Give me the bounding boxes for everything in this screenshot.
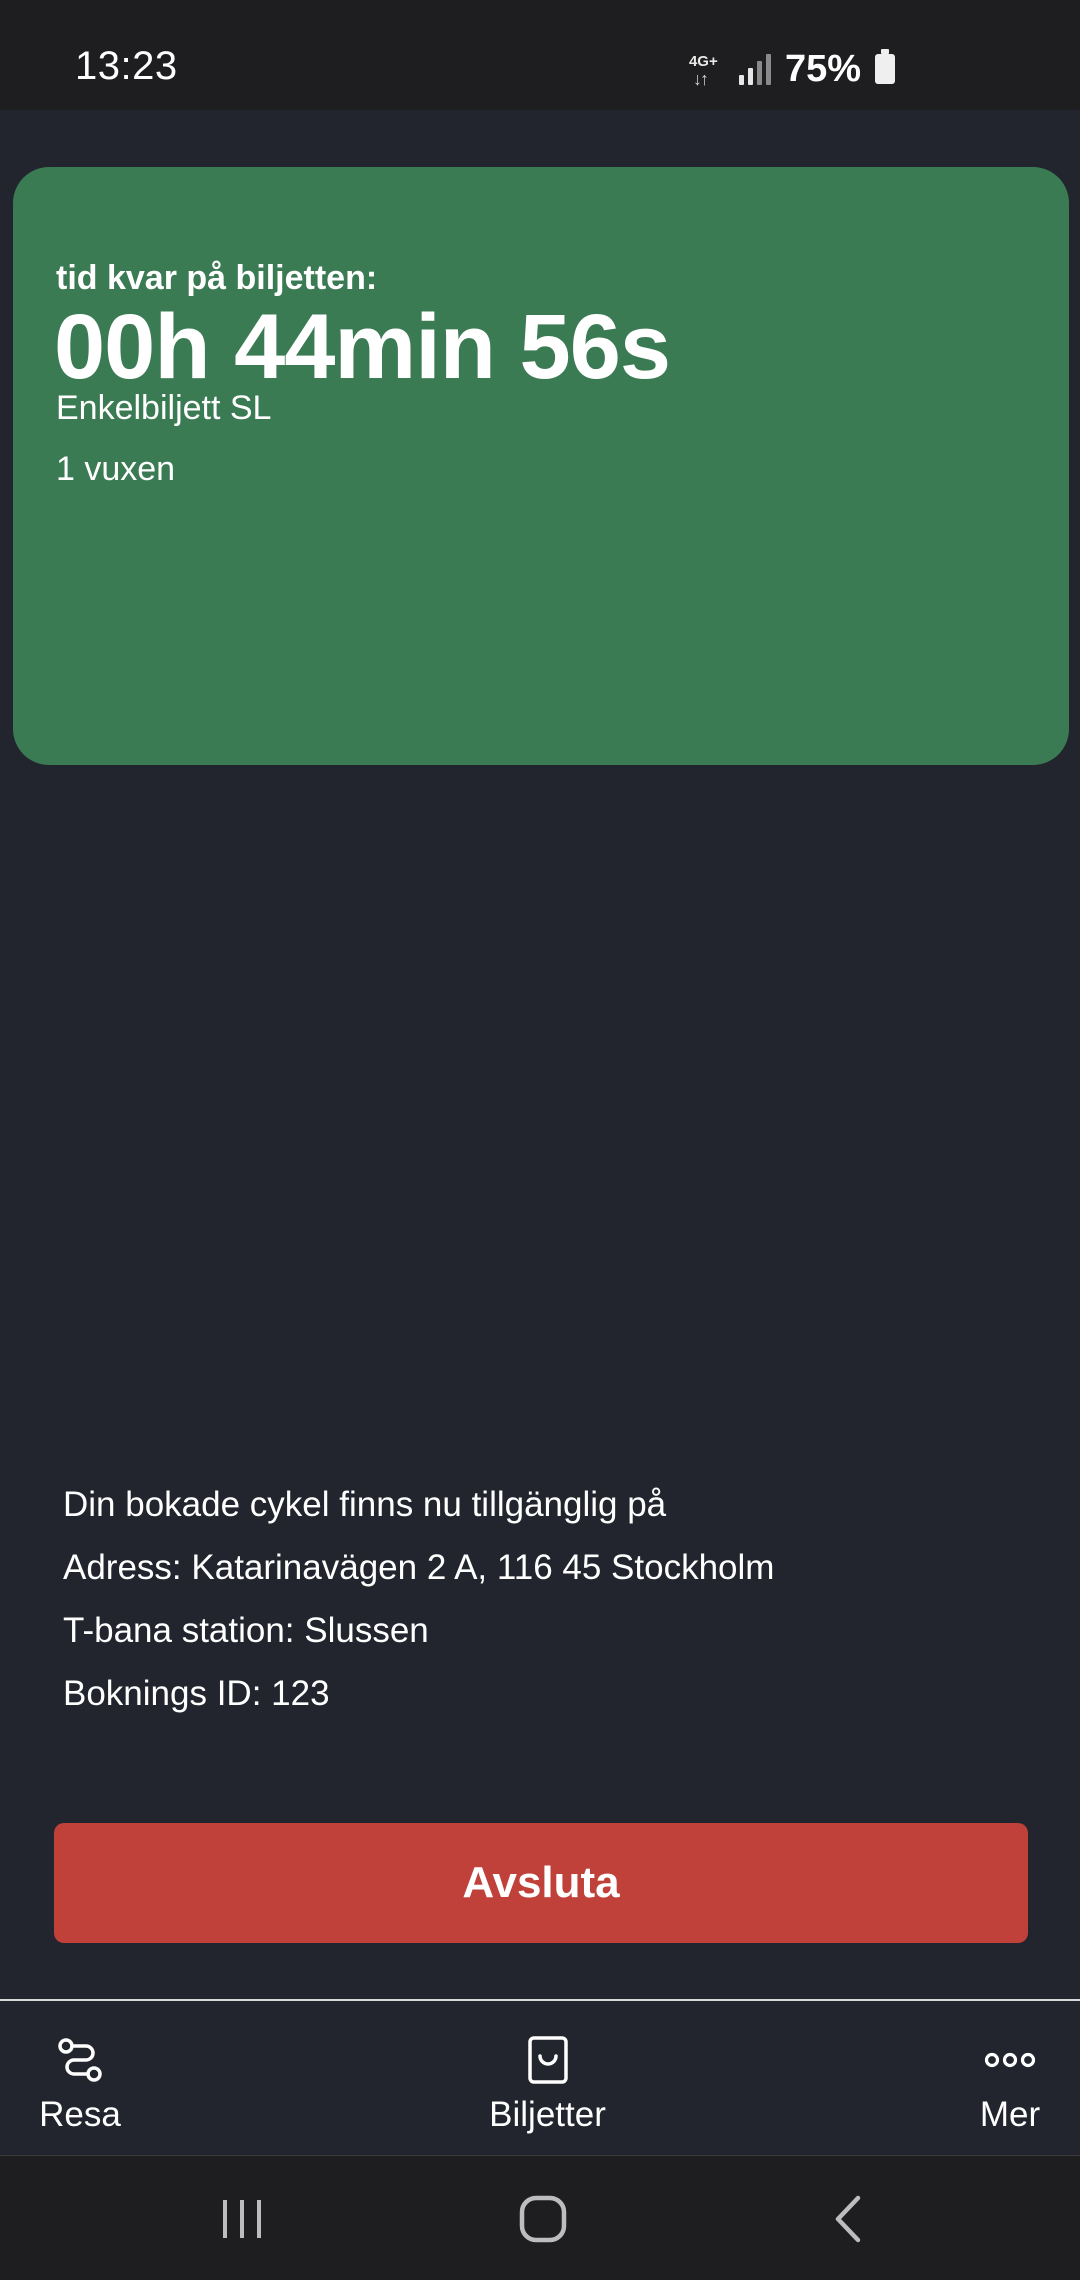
tab-biljetter-label: Biljetter [489, 2095, 606, 2134]
route-icon [56, 2035, 104, 2085]
recent-apps-icon[interactable] [210, 2184, 274, 2254]
ticket-time-caption: tid kvar på biljetten: [56, 259, 378, 297]
tab-resa[interactable]: Resa [30, 2001, 130, 2155]
home-icon[interactable] [508, 2184, 578, 2254]
tab-mer-label: Mer [979, 2095, 1041, 2134]
data-arrows-icon: ↓↑ [692, 69, 709, 89]
ticket-type: Enkelbiljett SL [56, 389, 272, 427]
battery-percent: 75% [784, 47, 861, 90]
network-label: 4G+ [688, 53, 718, 70]
battery-icon [875, 49, 895, 84]
booking-availability-text: Din bokade cykel finns nu tillgänglig på [63, 1485, 667, 1524]
booking-address: Adress: Katarinavägen 2 A, 116 45 Stockh… [63, 1548, 775, 1587]
status-time: 13:23 [75, 44, 178, 88]
back-icon[interactable] [820, 2184, 876, 2254]
signal-icon [738, 53, 771, 85]
ticket-card[interactable]: tid kvar på biljetten: 00h 44min 56s Enk… [13, 167, 1069, 765]
more-dots-icon [984, 2035, 1036, 2085]
booking-station: T-bana station: Slussen [63, 1611, 429, 1650]
bottom-tab-bar: Resa Biljetter Mer [0, 1999, 1080, 2155]
tab-resa-label: Resa [39, 2095, 121, 2134]
tab-mer[interactable]: Mer [960, 2001, 1060, 2155]
status-icons: 4G+ ↓↑ 75% [689, 44, 895, 94]
ticket-passengers: 1 vuxen [56, 450, 176, 488]
network-4g-icon: 4G+ ↓↑ [689, 47, 725, 91]
ticket-icon [527, 2035, 569, 2085]
system-nav-bar [0, 2155, 1080, 2280]
tab-biljetter[interactable]: Biljetter [470, 2001, 625, 2155]
ticket-time-remaining: 00h 44min 56s [54, 296, 671, 398]
finish-button[interactable]: Avsluta [54, 1823, 1028, 1943]
booking-id: Boknings ID: 123 [63, 1674, 330, 1713]
app-screen: 13:23 4G+ ↓↑ 75% tid kvar på biljetten: … [0, 0, 1080, 2280]
booking-info: Din bokade cykel finns nu tillgänglig på… [63, 1480, 1023, 1732]
status-bar: 13:23 4G+ ↓↑ 75% [0, 0, 1080, 110]
